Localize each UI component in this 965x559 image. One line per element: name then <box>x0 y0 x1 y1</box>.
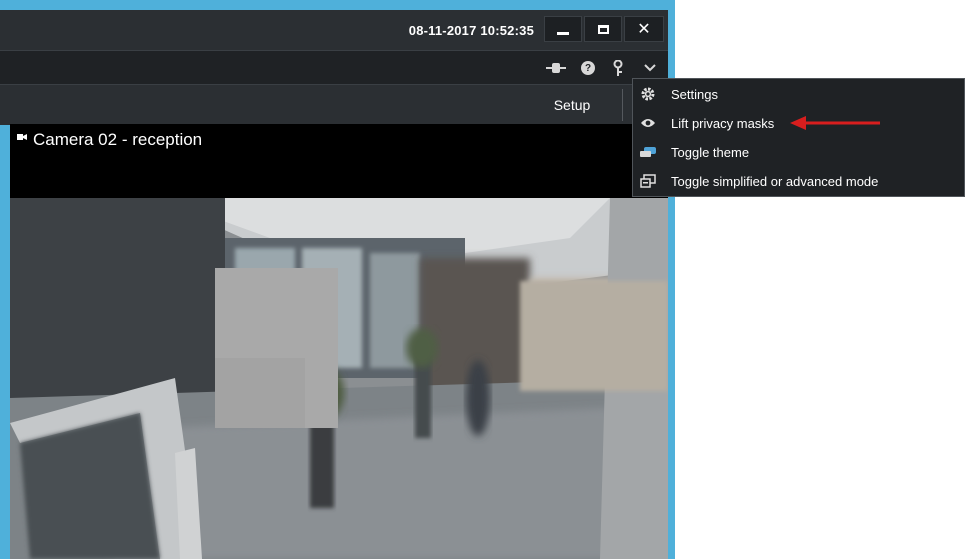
tab-bar: Setup <box>0 84 668 125</box>
eye-icon <box>639 114 657 132</box>
menu-item-toggle-mode[interactable]: Toggle simplified or advanced mode <box>633 167 964 195</box>
help-glyph: ? <box>581 61 595 75</box>
menu-item-label: Settings <box>671 86 718 102</box>
maximize-button[interactable] <box>584 16 622 42</box>
connection-icon[interactable] <box>546 58 566 78</box>
maximize-icon <box>597 24 609 34</box>
minimize-button[interactable] <box>544 16 582 42</box>
tab-divider <box>622 89 623 121</box>
title-bar: 08-11-2017 10:52:35 ✕ <box>0 10 668 50</box>
tab-setup[interactable]: Setup <box>522 85 622 125</box>
menu-item-label: Toggle theme <box>671 144 750 160</box>
close-button[interactable]: ✕ <box>624 16 664 42</box>
camera-view[interactable]: Camera 02 - reception <box>10 124 668 559</box>
chevron-down-icon[interactable] <box>640 58 660 78</box>
video-frame <box>10 198 668 559</box>
settings-dropdown-menu: Settings Lift privacy masks Toggle theme <box>632 78 965 197</box>
minimize-icon <box>557 31 569 35</box>
key-icon[interactable] <box>608 58 628 78</box>
camera-icon <box>17 134 27 140</box>
toolbar: ? <box>0 50 668 85</box>
camera-header: Camera 02 - reception <box>10 124 668 198</box>
camera-title-text: Camera 02 - reception <box>33 130 203 149</box>
theme-icon <box>639 143 657 161</box>
menu-item-label: Toggle simplified or advanced mode <box>671 173 879 189</box>
camera-title: Camera 02 - reception <box>17 130 202 150</box>
menu-item-toggle-theme[interactable]: Toggle theme <box>633 138 964 166</box>
app-window: 08-11-2017 10:52:35 ✕ ? Setup Camera 02 … <box>0 0 675 559</box>
datetime-display: 08-11-2017 10:52:35 <box>408 23 534 38</box>
menu-item-label: Lift privacy masks <box>671 115 775 131</box>
close-icon: ✕ <box>637 21 651 38</box>
menu-item-settings[interactable]: Settings <box>633 80 964 108</box>
help-icon[interactable]: ? <box>578 58 598 78</box>
red-arrow-annotation <box>790 116 880 130</box>
mode-icon <box>639 172 657 190</box>
video-feed[interactable] <box>10 198 668 559</box>
gear-icon <box>639 85 657 103</box>
